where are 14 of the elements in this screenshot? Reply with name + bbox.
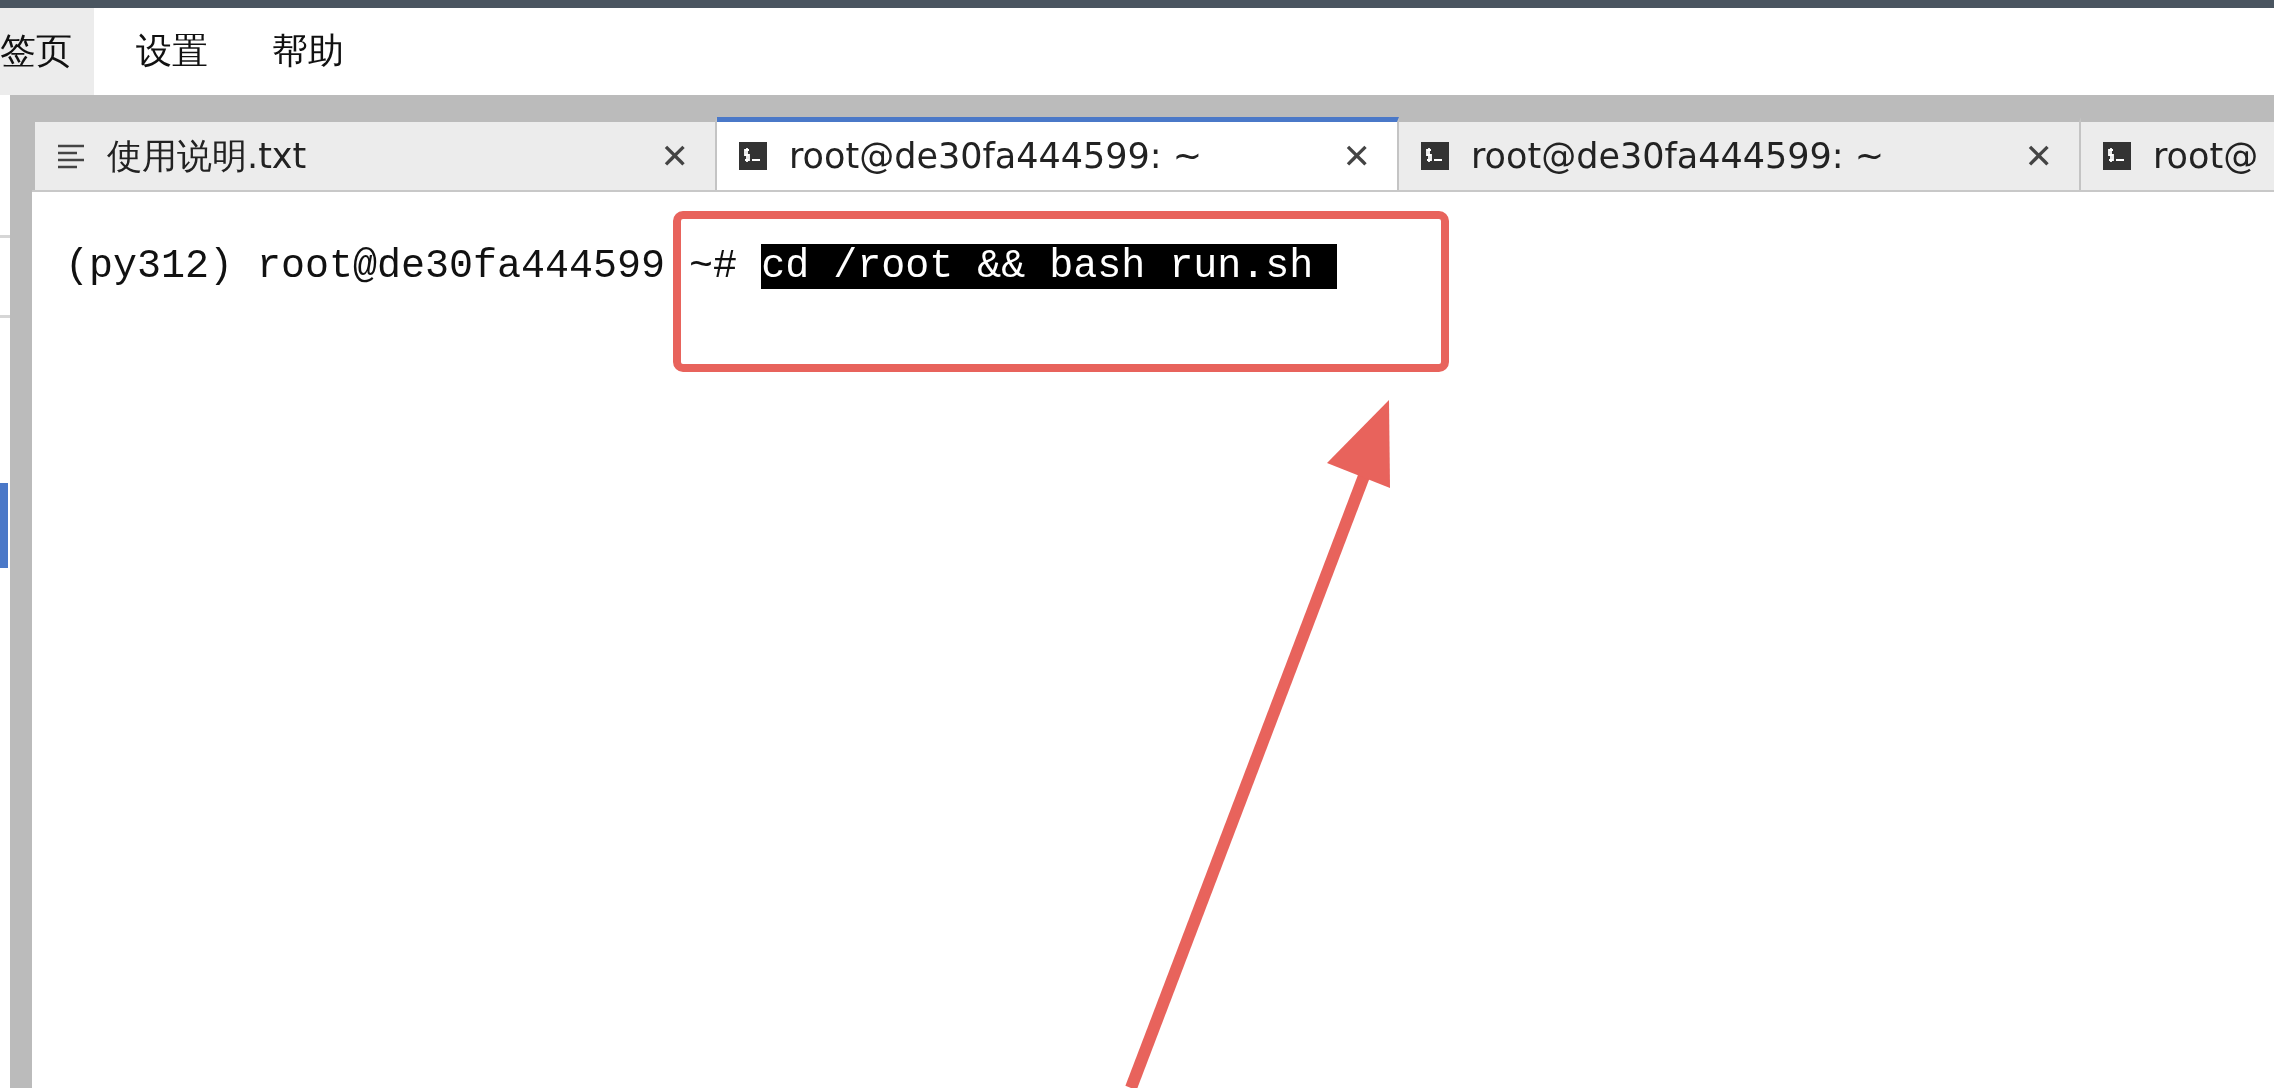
tab[interactable]: root@de30fa444599: ~ ✕ [717,117,1399,190]
close-icon[interactable]: ✕ [660,136,689,176]
terminal-icon [739,142,767,170]
menu-item[interactable]: 设置 [118,8,230,95]
tab[interactable]: 使用说明.txt ✕ [35,117,717,190]
menu-item[interactable]: 帮助 [254,8,366,95]
tab[interactable]: root@de30fa444599: ~ ✕ [1399,117,2081,190]
terminal-icon [1421,142,1449,170]
text-file-icon [57,143,85,169]
terminal-icon [2103,142,2131,170]
close-icon[interactable]: ✕ [1342,136,1371,176]
close-icon[interactable]: ✕ [2024,136,2053,176]
selected-command: cd /root && bash run.sh [761,244,1338,289]
menu-item[interactable]: 签页 [0,8,94,95]
